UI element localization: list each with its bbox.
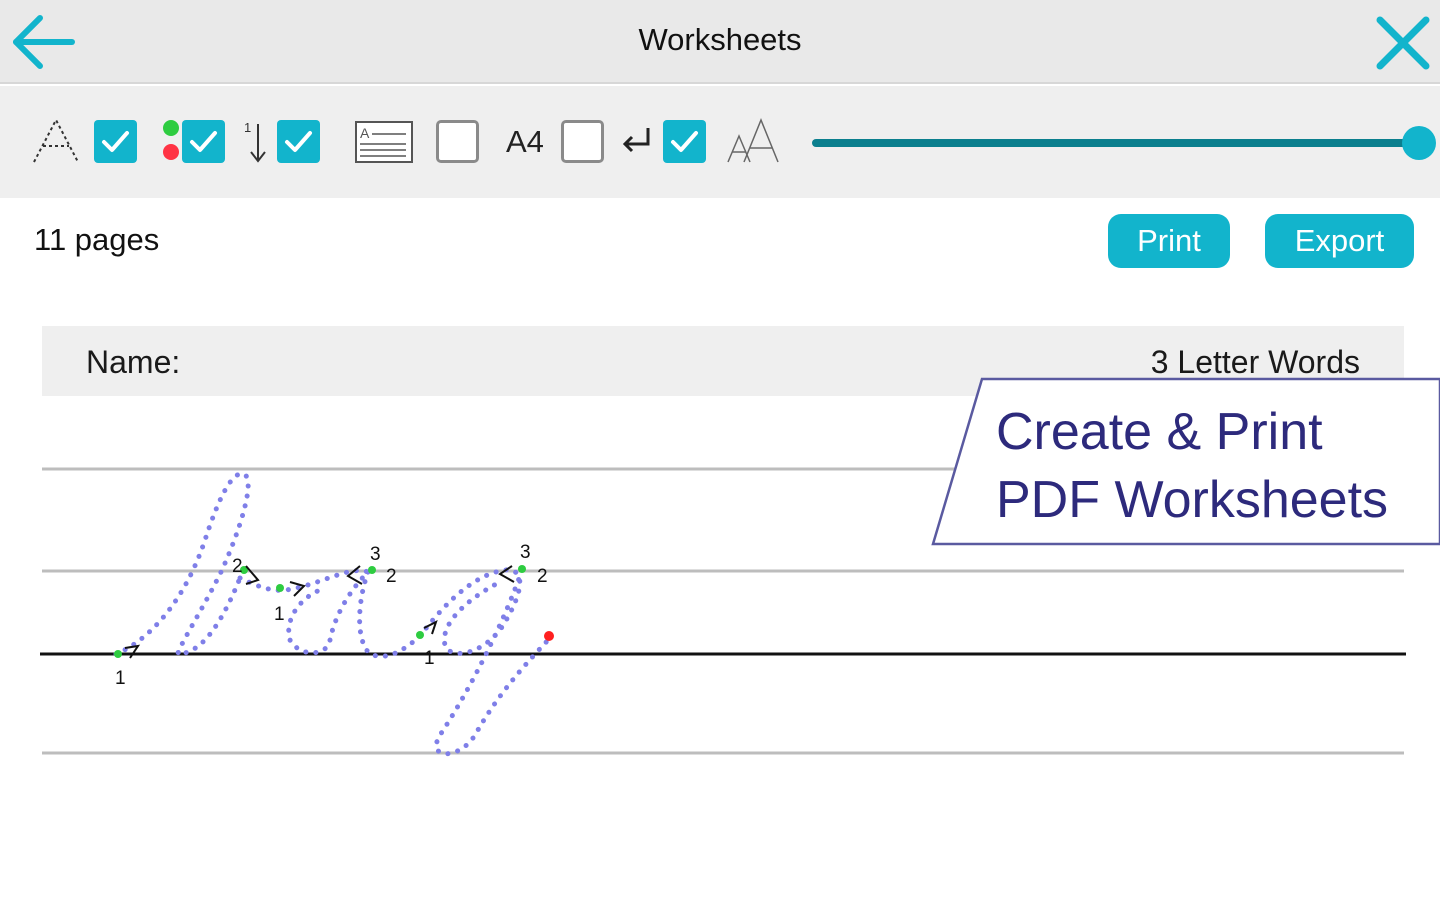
- close-button[interactable]: [1370, 10, 1436, 76]
- paper-size-label: A4: [506, 124, 544, 159]
- stroke-number: 2: [386, 566, 397, 587]
- font-size-icon: [727, 118, 779, 163]
- name-label: Name:: [86, 344, 181, 380]
- close-icon: [1376, 16, 1430, 70]
- svg-text:A: A: [360, 125, 370, 141]
- info-bar: 11 pages Print Export: [6, 200, 1436, 282]
- line-return-icon: [622, 128, 650, 153]
- start-end-dots-checkbox[interactable]: [182, 120, 225, 163]
- banner-line-1: Create & Print: [996, 403, 1323, 461]
- paper-size-checkbox[interactable]: [561, 120, 604, 163]
- stroke-number: 3: [520, 542, 531, 563]
- svg-text:1: 1: [244, 120, 251, 135]
- checkmark-icon: [190, 131, 217, 152]
- font-size-slider[interactable]: [812, 126, 1436, 160]
- line-return-checkbox[interactable]: [663, 120, 706, 163]
- app-header: Worksheets: [0, 0, 1440, 84]
- dotted-letter-icon: [33, 117, 79, 163]
- banner-line-2: PDF Worksheets: [996, 471, 1389, 529]
- dotted-cursive-word: [113, 471, 553, 757]
- options-toolbar: 1 A A4: [0, 86, 1440, 198]
- promo-banner: Create & Print PDF Worksheets: [930, 376, 1440, 548]
- stroke-number: 3: [370, 544, 381, 565]
- page-count: 11 pages: [34, 222, 160, 257]
- checkmark-icon: [671, 131, 698, 152]
- slider-thumb[interactable]: [1402, 126, 1436, 160]
- banner-text: Create & Print PDF Worksheets: [996, 398, 1388, 534]
- stroke-number: 1: [274, 604, 285, 625]
- checkmark-icon: [285, 131, 312, 152]
- stroke-number: 1: [115, 668, 126, 689]
- print-button[interactable]: Print: [1108, 214, 1230, 268]
- checkmark-icon: [102, 131, 129, 152]
- page-layout-checkbox[interactable]: [436, 120, 479, 163]
- export-button[interactable]: Export: [1265, 214, 1414, 268]
- stroke-number: 1: [424, 648, 435, 669]
- stroke-number: 2: [537, 566, 548, 587]
- stroke-number: 2: [232, 556, 243, 577]
- stroke-order-arrow-icon: 1: [244, 120, 266, 163]
- page-title: Worksheets: [638, 22, 802, 57]
- slider-track: [812, 139, 1416, 147]
- dotted-letter-checkbox[interactable]: [94, 120, 137, 163]
- start-end-dots-icon: [163, 120, 179, 160]
- stroke-order-markers: 1 2 1 3 2 1 3 2: [114, 542, 554, 689]
- stroke-order-checkbox[interactable]: [277, 120, 320, 163]
- page-layout-icon: A: [355, 121, 413, 163]
